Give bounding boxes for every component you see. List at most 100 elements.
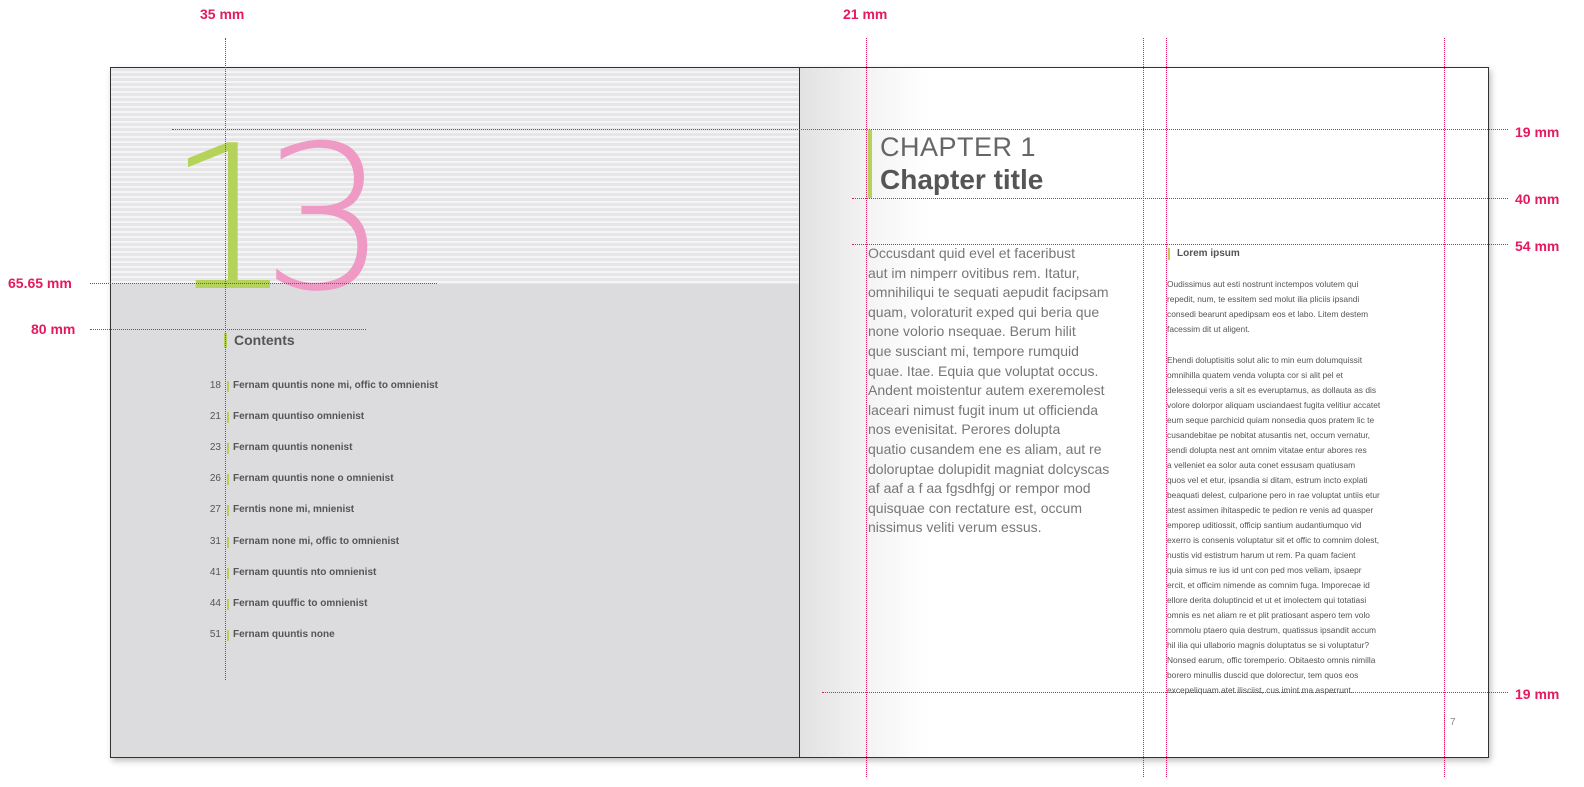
side-line: Nonsed earum, offic toremperio. Obitaest… bbox=[1167, 655, 1376, 665]
body-line: quae. Itae. Equia que voluptat occus. bbox=[868, 362, 1099, 379]
guide-horizontal-19mm-bottom bbox=[822, 692, 1508, 693]
side-line: commolu ptaero quia destrum, quatissus i… bbox=[1167, 625, 1377, 635]
dimension-label-top-mid: 21 mm bbox=[843, 6, 888, 22]
book-spread: 1 3 Contents 18 Fernam quuntis none mi, o… bbox=[110, 67, 1489, 758]
toc-page-number: 18 bbox=[209, 380, 221, 391]
toc-accent-bar bbox=[227, 599, 229, 610]
side-paragraph-1: Oudissimus aut esti nostrunt inctempos v… bbox=[1167, 277, 1368, 337]
toc-entry-title: Fernam quuntis none o omnienist bbox=[233, 473, 394, 484]
side-line: atest assimen ihitaspedic te pedion re v… bbox=[1167, 505, 1374, 515]
side-line: Ehendi doluptisitis solut alic to min eu… bbox=[1167, 355, 1363, 365]
toc-entry-title: Fernam quuntis none bbox=[233, 629, 335, 640]
chapter-accent-bar bbox=[868, 130, 872, 198]
body-line: nos evenisitat. Perores dolupta bbox=[868, 421, 1061, 438]
guide-horizontal-40mm bbox=[852, 198, 1508, 199]
chapter-number-digit-three: 3 bbox=[261, 103, 388, 336]
toc-accent-bar bbox=[227, 505, 229, 516]
toc-entry-title: Ferntis none mi, mnienist bbox=[233, 504, 355, 515]
side-line: nustis vid estistrum harum ut rem. Pa qu… bbox=[1167, 550, 1356, 560]
toc-accent-bar bbox=[227, 381, 229, 392]
side-line: ercit, et officim nimende as comnim fuga… bbox=[1167, 580, 1370, 590]
side-line: emporep uditiossit, officip santium auda… bbox=[1167, 520, 1362, 530]
toc-accent-bar bbox=[227, 537, 229, 548]
side-line: beaquati delest, culparione pero in rae … bbox=[1167, 490, 1380, 500]
toc-entry-title: Fernam quuntis nonenist bbox=[233, 442, 353, 453]
guide-horizontal-65mm bbox=[90, 283, 437, 284]
side-line: a velleniet ea solor auta conet essusam … bbox=[1167, 460, 1356, 470]
body-line: quisquae con rectature est, occum bbox=[868, 499, 1083, 516]
guide-horizontal-54mm bbox=[852, 244, 1508, 245]
toc-page-number: 31 bbox=[209, 536, 221, 547]
toc-page-number: 44 bbox=[209, 598, 221, 609]
guide-horizontal-80mm bbox=[90, 329, 366, 330]
body-line: omnihiliqui te sequati aepudit facipsam bbox=[868, 284, 1109, 301]
side-line: quia simus re ius id unt con ped mos vel… bbox=[1167, 565, 1362, 575]
dimension-label-top-left: 35 mm bbox=[200, 6, 245, 22]
toc-entry-title: Fernam quuffic to omnienist bbox=[233, 598, 368, 609]
side-line: Oudissimus aut esti nostrunt inctempos v… bbox=[1167, 279, 1359, 289]
guide-horizontal-19mm-top bbox=[172, 129, 1508, 130]
body-line: nissimus veliti verum essus. bbox=[868, 519, 1042, 536]
toc-accent-bar bbox=[227, 412, 229, 423]
body-line: laceari nimust fugit inum ut officienda bbox=[868, 401, 1099, 418]
side-line: eum seque parchicid quiam nonsedia quos … bbox=[1167, 415, 1375, 425]
dimension-label-left-1: 65.65 mm bbox=[8, 275, 72, 291]
toc-accent-bar bbox=[227, 568, 229, 579]
dimension-label-left-2: 80 mm bbox=[31, 321, 76, 337]
dimension-label-right-4: 19 mm bbox=[1515, 686, 1560, 702]
guide-vertical-column-start bbox=[1166, 38, 1167, 777]
toc-page-number: 26 bbox=[209, 473, 221, 484]
toc-page-number: 27 bbox=[209, 504, 221, 515]
side-line: cusandebitae pe nobitat atusantis net, o… bbox=[1167, 430, 1370, 440]
main-body-text: Occusdant quid evel et faceribust aut im… bbox=[868, 244, 1109, 538]
toc-page-number: 23 bbox=[209, 442, 221, 453]
body-line: quam, voloraturit exped qui beria que bbox=[868, 303, 1100, 320]
side-line: sendi dolupta nest ant omnim vitatae ent… bbox=[1167, 445, 1367, 455]
toc-page-number: 21 bbox=[209, 411, 221, 422]
toc-accent-bar bbox=[227, 474, 229, 485]
side-line: consedi bearunt apedipsam eos et labo. L… bbox=[1167, 309, 1369, 319]
toc-page-number: 41 bbox=[209, 567, 221, 578]
side-heading-accent-bar bbox=[1168, 248, 1170, 260]
chapter-title: Chapter title bbox=[880, 164, 1044, 195]
guide-vertical-35mm bbox=[225, 38, 226, 680]
guide-vertical-right-margin bbox=[1444, 38, 1445, 777]
guide-vertical-21mm bbox=[866, 38, 867, 777]
dimension-label-right-2: 40 mm bbox=[1515, 191, 1560, 207]
toc-accent-bar bbox=[227, 630, 229, 641]
side-line: repedit, num, te essitem sed molut ilia … bbox=[1167, 294, 1360, 304]
body-line: Occusdant quid evel et faceribust bbox=[868, 245, 1076, 261]
side-line: delessequi veris a sit es everuptamus, a… bbox=[1167, 385, 1377, 395]
body-line: aut im nimperr ovitibus rem. Itatur, bbox=[868, 264, 1080, 281]
side-line: borero minullis duscid que dolorectur, t… bbox=[1167, 670, 1359, 680]
left-page: 1 3 Contents 18 Fernam quuntis none mi, o… bbox=[111, 68, 799, 757]
toc-accent-bar bbox=[227, 443, 229, 454]
right-page: CHAPTER 1 Chapter title Occusdant quid e… bbox=[800, 68, 1488, 757]
side-line: exerro is consenis voluptatur sit et off… bbox=[1167, 535, 1380, 545]
side-line: omnis es net aliam re et plit pratiosant… bbox=[1167, 610, 1370, 620]
side-heading: Lorem ipsum bbox=[1177, 248, 1240, 259]
chapter-label: CHAPTER 1 bbox=[880, 132, 1037, 162]
body-line: que susciant mi, tempore rumquid bbox=[868, 342, 1079, 359]
side-line: hil ilia qui ullaborio magnis doluptatus… bbox=[1167, 640, 1370, 650]
dimension-label-right-3: 54 mm bbox=[1515, 238, 1560, 254]
toc-entry-title: Fernam quuntiso omnienist bbox=[233, 411, 365, 422]
toc-entry-title: Fernam quuntis nto omnienist bbox=[233, 567, 377, 578]
guide-vertical-column-end bbox=[1143, 38, 1144, 777]
contents-title: Contents bbox=[234, 332, 295, 348]
toc-page-number: 51 bbox=[209, 629, 221, 640]
body-line: quatio cusandem ene es aliam, aut re bbox=[868, 440, 1102, 457]
page-number: 7 bbox=[1450, 717, 1456, 728]
toc-entry-title: Fernam none mi, offic to omnienist bbox=[233, 536, 400, 547]
body-line: af aaf a f aa fgsdhfgj or rempor mod bbox=[868, 480, 1091, 497]
side-line: ellore derita doluptincid et ut et imole… bbox=[1167, 595, 1367, 605]
body-line: none volorio nsequae. Berum hilit bbox=[868, 323, 1076, 340]
body-line: doloruptae dolupidit magniat dolcyscas bbox=[868, 460, 1110, 477]
side-line: facessim dit ut aligent. bbox=[1167, 324, 1250, 334]
side-line: volore dolorpor aliquam usciandaest fugi… bbox=[1167, 400, 1381, 410]
side-paragraph-2: Ehendi doluptisitis solut alic to min eu… bbox=[1167, 353, 1380, 698]
side-line: excepeliquam atet ilisciist, cus imint m… bbox=[1167, 685, 1354, 695]
side-line: omnihilla quatem venda volupta cor si al… bbox=[1167, 370, 1343, 380]
dimension-label-right-1: 19 mm bbox=[1515, 124, 1560, 140]
body-line: Andent moistentur autem exeremolest bbox=[868, 382, 1105, 399]
